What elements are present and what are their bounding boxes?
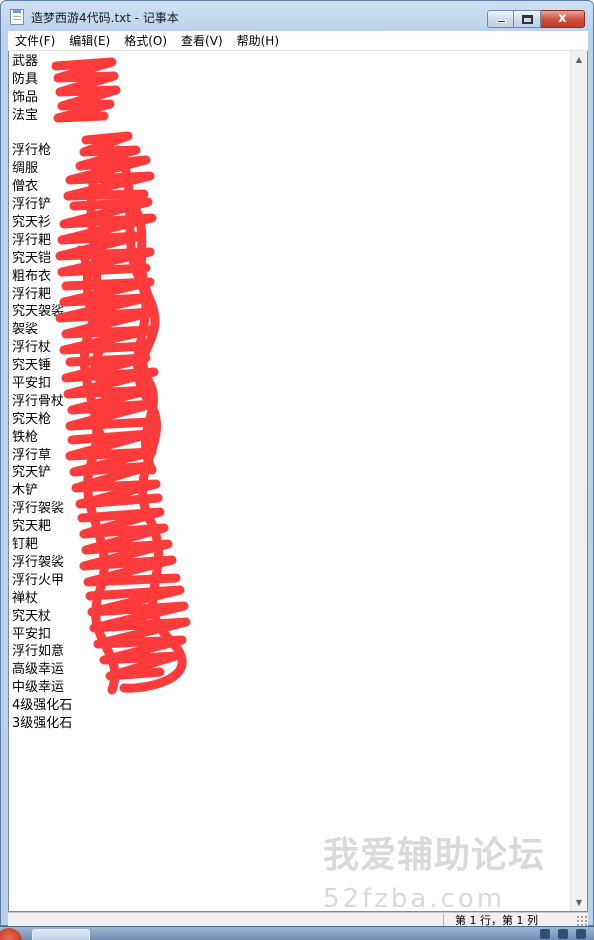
text-line: 浮行耙 xyxy=(12,232,52,248)
text-line: 究天枪 xyxy=(12,411,52,427)
scroll-up-arrow-icon[interactable]: ▲ xyxy=(571,51,587,68)
tray-icon[interactable] xyxy=(540,929,550,939)
text-line: 究天锤 xyxy=(12,358,52,374)
window-title: 造梦西游4代码.txt - 记事本 xyxy=(31,11,179,25)
minimize-button[interactable] xyxy=(487,10,514,28)
status-bar: 第 1 行，第 1 列 xyxy=(8,912,588,927)
text-editor[interactable]: 武器 防具 饰品 法宝 浮行枪 绸服 僧衣 浮行铲 究天衫 浮行耙 究天铠 粗布衣 浮行耙 究天袈裟 袈裟浮… xyxy=(8,51,588,912)
maximize-icon xyxy=(522,15,533,24)
notepad-icon[interactable] xyxy=(10,9,24,25)
text-line: 禅杖 xyxy=(12,590,39,606)
scroll-down-arrow-icon[interactable]: ▼ xyxy=(571,894,587,911)
text-line: 究天铠 xyxy=(12,250,52,266)
menu-edit[interactable]: 编辑(E) xyxy=(62,31,117,51)
text-line: 木铲 xyxy=(12,483,39,499)
text-line: 平安扣 xyxy=(12,626,52,642)
text-line: 究天衫 xyxy=(12,215,52,231)
notepad-window: 造梦西游4代码.txt - 记事本 x 文件(F) 编辑(E) 格式(O) 查看… xyxy=(0,0,594,927)
text-line: 平安扣 xyxy=(12,376,52,392)
caption-buttons: x xyxy=(487,10,585,28)
maximize-button[interactable] xyxy=(514,10,541,28)
text-line: 钉耙 xyxy=(12,537,39,553)
text-line: 究天杖 xyxy=(12,608,52,624)
text-line: 浮行袈裟 xyxy=(12,501,65,517)
text-line: 高级幸运 xyxy=(12,662,65,678)
text-line xyxy=(12,125,572,143)
text-line: 浮行铲 xyxy=(12,197,52,213)
text-line: 浮行袈裟 xyxy=(12,554,65,570)
text-line: 究天铲 xyxy=(12,465,52,481)
text-line: 浮行枪 xyxy=(12,143,52,159)
system-tray xyxy=(540,929,586,939)
text-line: 饰品 xyxy=(12,89,39,105)
text-line: 法宝 xyxy=(12,107,39,123)
text-line: 铁枪 xyxy=(12,429,39,445)
tray-icon[interactable] xyxy=(576,929,586,939)
text-line: 浮行骨杖 xyxy=(12,393,65,409)
taskbar xyxy=(0,926,594,940)
vertical-scrollbar[interactable]: ▲ ▼ xyxy=(570,51,587,911)
text-line: 浮行火甲 xyxy=(12,572,65,588)
text-line: 浮行杖 xyxy=(12,340,52,356)
text-line: 袈裟 xyxy=(12,322,39,338)
menu-format[interactable]: 格式(O) xyxy=(117,31,174,51)
text-line: 3级强化石 xyxy=(12,715,73,731)
tray-icon[interactable] xyxy=(558,929,568,939)
text-line: 防具 xyxy=(12,71,39,87)
menu-view[interactable]: 查看(V) xyxy=(174,31,230,51)
text-line: 僧衣 xyxy=(12,179,39,195)
text-area[interactable]: 武器 防具 饰品 法宝 浮行枪 绸服 僧衣 浮行铲 究天衫 浮行耙 究天铠 粗布衣 浮行耙 究天袈裟 袈裟浮… xyxy=(9,51,572,911)
text-line: 浮行草 xyxy=(12,447,52,463)
close-button[interactable]: x xyxy=(541,10,585,28)
start-button-icon[interactable] xyxy=(0,928,22,940)
text-line: 粗布衣 xyxy=(12,268,52,284)
text-line: 究天耙 xyxy=(12,519,52,535)
menu-bar: 文件(F) 编辑(E) 格式(O) 查看(V) 帮助(H) xyxy=(8,31,588,51)
title-bar[interactable]: 造梦西游4代码.txt - 记事本 x xyxy=(1,1,593,31)
menu-help[interactable]: 帮助(H) xyxy=(230,31,286,51)
taskbar-notepad-button[interactable] xyxy=(32,929,90,940)
text-line: 究天袈裟 xyxy=(12,304,65,320)
text-line: 绸服 xyxy=(12,161,39,177)
text-line: 浮行如意 xyxy=(12,644,65,660)
resize-grip-icon[interactable] xyxy=(576,915,587,926)
text-line: 浮行耙 xyxy=(12,286,52,302)
minimize-icon xyxy=(497,20,506,23)
text-line: 武器 xyxy=(12,54,39,69)
text-line: 4级强化石 xyxy=(12,698,73,714)
menu-file[interactable]: 文件(F) xyxy=(8,31,62,51)
text-line: 中级幸运 xyxy=(12,680,65,696)
close-icon: x xyxy=(558,11,567,26)
